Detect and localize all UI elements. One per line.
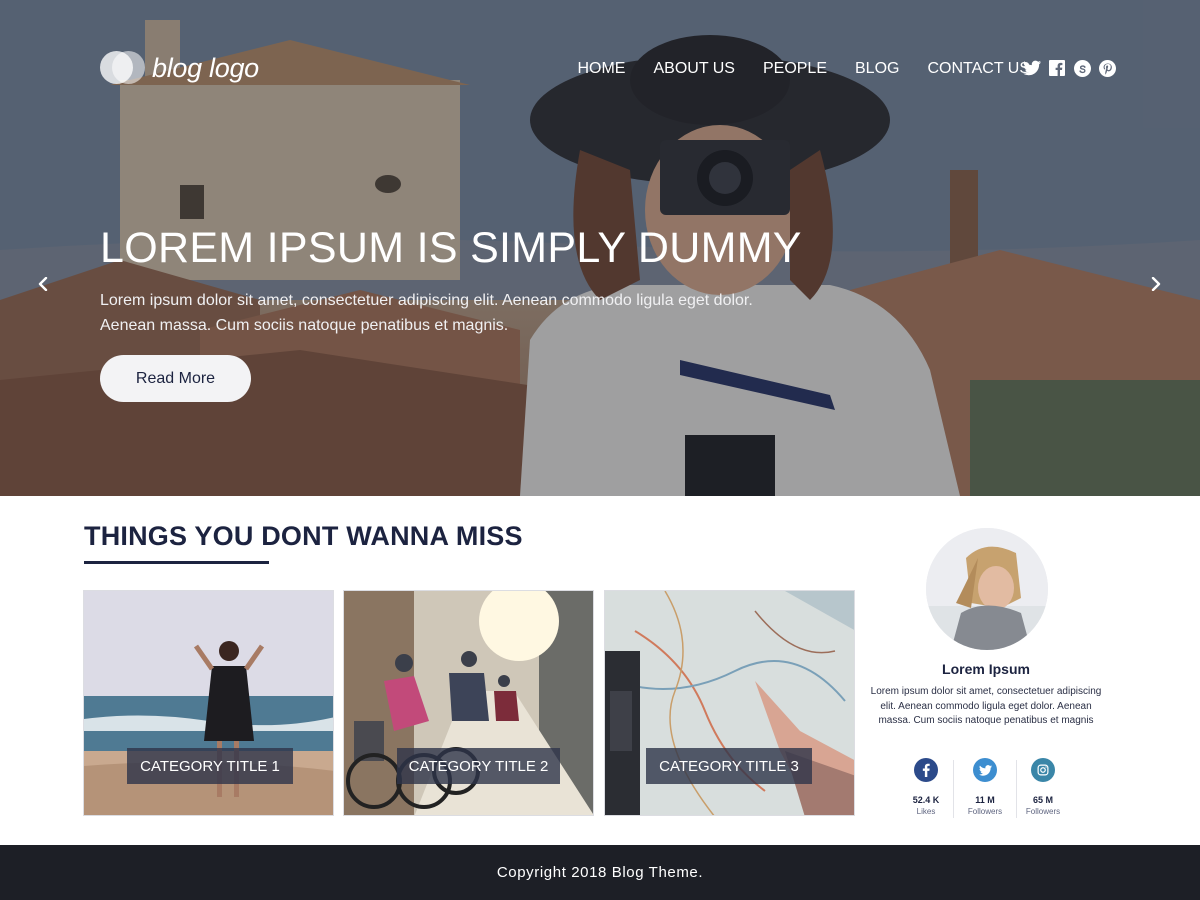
chevron-right-icon[interactable] [1146,274,1166,294]
twitter-icon[interactable] [1023,59,1041,77]
blog-logo[interactable]: blog logo [100,50,259,86]
nav-blog[interactable]: BLOG [855,60,899,78]
footer-copyright: Copyright 2018 Blog Theme. [496,864,704,881]
logo-text: blog logo [152,52,259,83]
read-more-button[interactable]: Read More [100,355,251,402]
facebook-icon[interactable] [914,758,938,782]
twitter-followers-count: 11 M [975,795,995,805]
header-social-links [1016,59,1116,77]
instagram-icon[interactable] [1031,758,1055,782]
profile-avatar-image [926,528,1048,650]
facebook-likes-label: Likes [916,807,936,816]
profile-stat-instagram[interactable]: 65 M Followers [1013,758,1073,816]
hero-banner: blog logo HOME ABOUT US PEOPLE BLOG CONT… [0,0,1200,496]
chevron-left-icon[interactable] [33,274,53,294]
profile-stat-facebook[interactable]: 52.4 K Likes [896,758,956,816]
profile-stat-twitter[interactable]: 11 M Followers [955,758,1015,816]
instagram-followers-count: 65 M [1032,795,1053,805]
category-card-3[interactable]: CATEGORY TITLE 3 [604,590,855,816]
facebook-likes-count: 52.4 K [912,795,940,805]
category-card-1[interactable]: CATEGORY TITLE 1 [83,590,334,816]
footer: Copyright 2018 Blog Theme. [0,845,1200,900]
instagram-followers-label: Followers [1025,807,1061,816]
category-card-2[interactable]: CATEGORY TITLE 2 [343,590,594,816]
facebook-icon[interactable] [1048,59,1066,77]
main-nav: HOME ABOUT US PEOPLE BLOG CONTACT US [549,60,1030,78]
pinterest-icon[interactable] [1098,59,1116,77]
nav-about-us[interactable]: ABOUT US [653,60,735,78]
profile-name: Lorem Ipsum [942,661,1030,677]
twitter-icon[interactable] [973,758,997,782]
profile-avatar[interactable] [926,528,1048,650]
stat-divider [953,760,954,818]
section-title-underline [84,561,269,564]
nav-people[interactable]: PEOPLE [763,60,827,78]
nav-contact-us[interactable]: CONTACT US [927,60,1030,78]
category-title-2: CATEGORY TITLE 2 [397,748,560,784]
hero-title: LOREM IPSUM IS SIMPLY DUMMY [100,224,802,272]
section-title: THINGS YOU DONT WANNA MISS [84,521,523,551]
category-title-3: CATEGORY TITLE 3 [646,748,812,784]
nav-home[interactable]: HOME [577,60,625,78]
twitter-followers-label: Followers [967,807,1003,816]
profile-bio: Lorem ipsum dolor sit amet, consectetuer… [870,686,1102,726]
skype-icon[interactable] [1073,59,1091,77]
logo-mark-icon [100,50,146,86]
hero-description: Lorem ipsum dolor sit amet, consectetuer… [100,292,753,334]
category-title-1: CATEGORY TITLE 1 [127,748,293,784]
